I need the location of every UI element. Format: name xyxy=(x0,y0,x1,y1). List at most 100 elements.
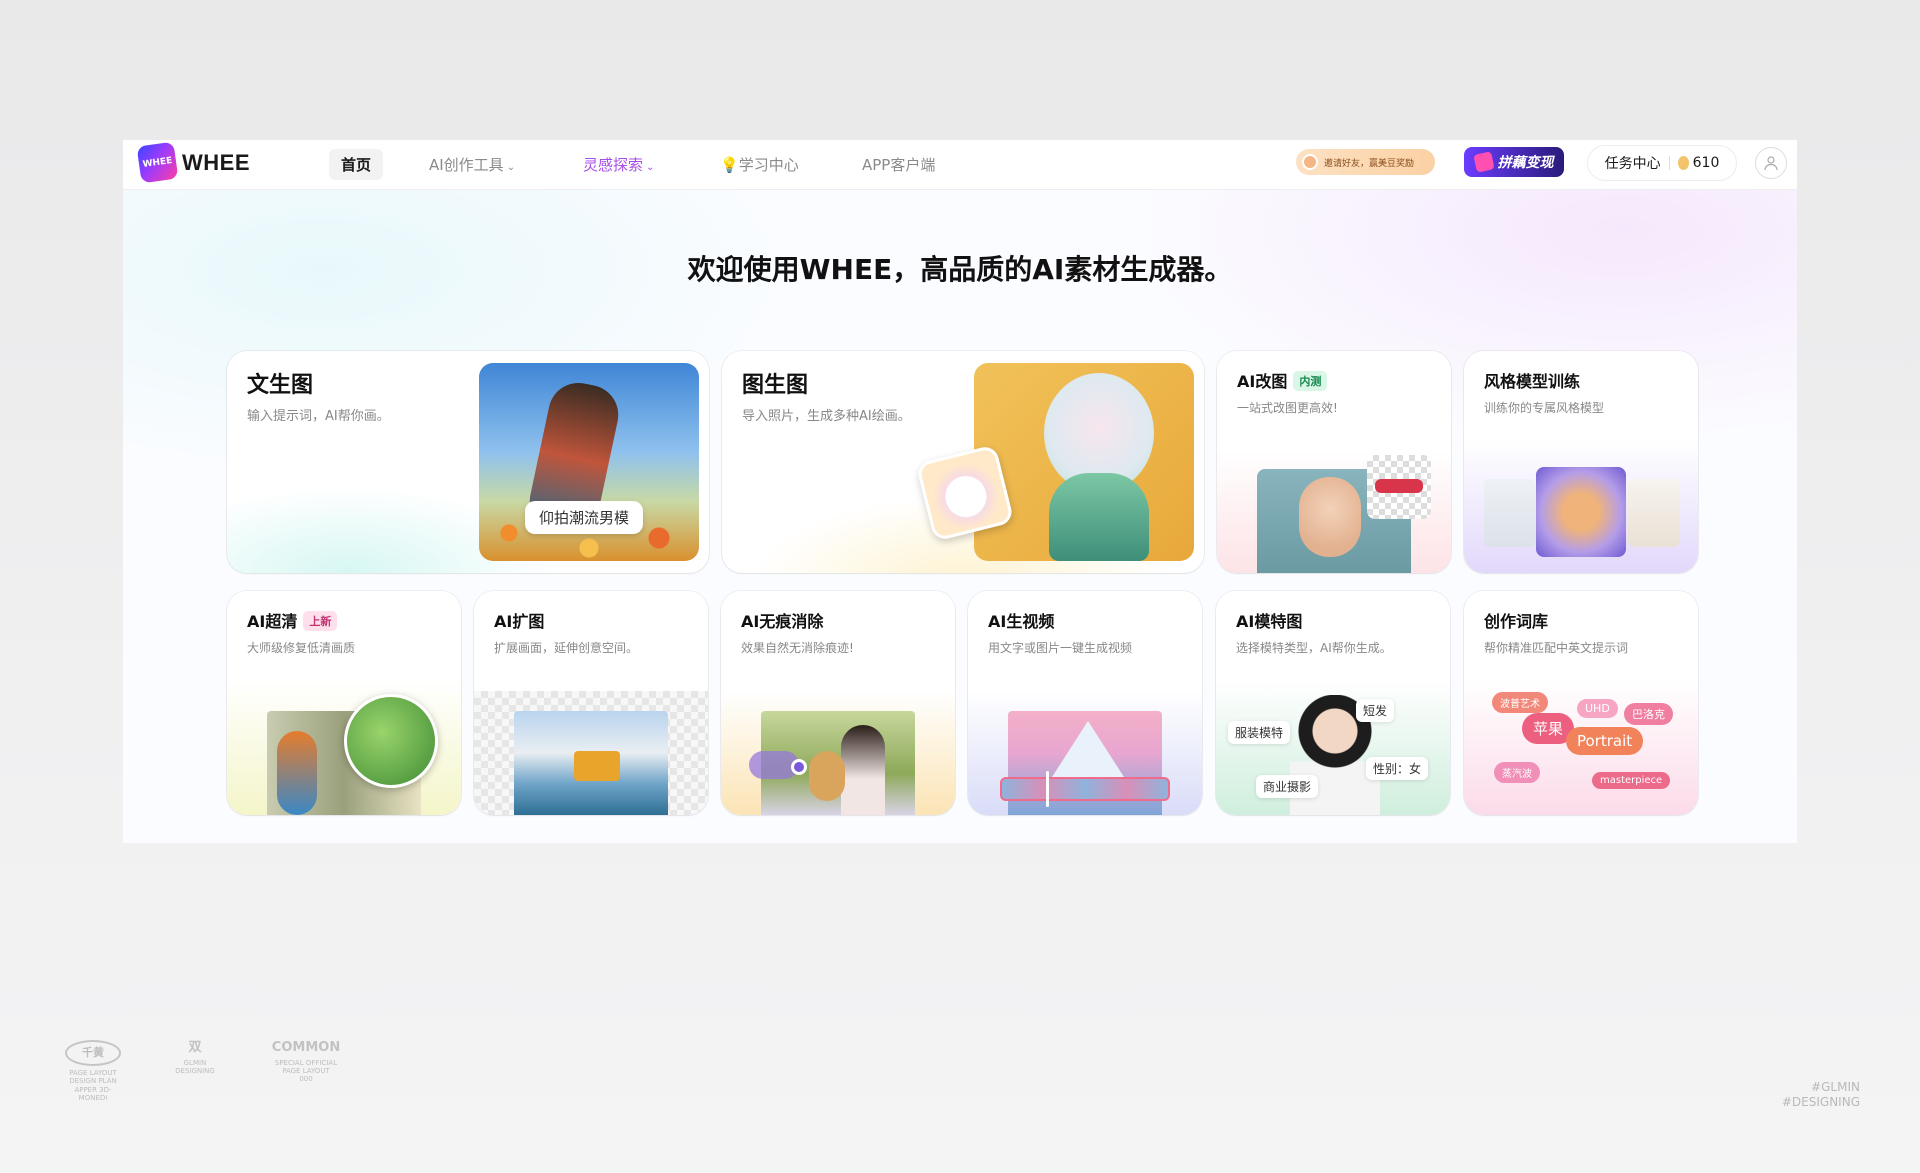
timeline-playhead[interactable] xyxy=(1046,771,1049,807)
tag-gender: 性别：女 xyxy=(1366,757,1429,780)
card-subtitle: 帮你精准匹配中英文提示词 xyxy=(1484,641,1629,655)
eraser-cursor-icon xyxy=(791,759,807,775)
invite-text: 邀请好友，赢美豆奖励 xyxy=(1324,158,1415,169)
chip-masterpiece[interactable]: masterpiece xyxy=(1592,772,1671,789)
chip-baroque[interactable]: 巴洛克 xyxy=(1624,703,1673,725)
nav-learning-label: 学习中心 xyxy=(738,156,799,174)
logo-page-layout: 千黄 PAGE LAYOUT DESIGN PLAN APPER 3D-MONE… xyxy=(62,1040,124,1103)
logo-common-mark: COMMON xyxy=(271,1040,341,1055)
card-subtitle: 用文字或图片一键生成视频 xyxy=(988,641,1133,655)
doll-image xyxy=(974,363,1194,561)
card-ai-eraser[interactable]: AI无痕消除 效果自然无消除痕迹! xyxy=(721,591,955,815)
card-image-to-image[interactable]: 图生图 导入照片，生成多种AI绘画。 xyxy=(722,351,1204,573)
card-ai-outpaint[interactable]: AI扩图 扩展画面，延伸创意空间。 xyxy=(474,591,708,815)
tag-short-hair: 短发 xyxy=(1356,699,1395,722)
invite-avatar-icon xyxy=(1302,154,1318,170)
card-subtitle: 训练你的专属风格模型 xyxy=(1484,401,1605,415)
bus xyxy=(574,751,620,781)
bear-image-main xyxy=(1536,467,1626,557)
nav-ai-tools[interactable]: AI创作工具 ⌄ xyxy=(417,149,527,180)
parrot-body xyxy=(277,731,317,815)
card-subtitle: 扩展画面，延伸创意空间。 xyxy=(494,641,639,655)
card-subtitle: 大师级修复低清画质 xyxy=(247,641,356,655)
beta-badge: 内测 xyxy=(1293,371,1328,391)
logo-page-layout-line3: APPER 3D-MONEDI xyxy=(74,1085,112,1103)
card-title: 图生图 xyxy=(742,373,809,398)
nav-home[interactable]: 首页 xyxy=(329,149,384,180)
user-icon xyxy=(1764,156,1778,171)
task-center-label: 任务中心 xyxy=(1604,156,1661,172)
card-text-to-image[interactable]: 文生图 输入提示词，AI帮你画。 仰拍潮流男模 xyxy=(227,351,709,573)
prompt-tag: 仰拍潮流男模 xyxy=(525,501,644,534)
chip-pop-art[interactable]: 波普艺术 xyxy=(1492,692,1548,713)
card-title: AI生视频 xyxy=(988,612,1055,631)
nav-app-client[interactable]: APP客户端 xyxy=(850,149,947,180)
card-ai-video[interactable]: AI生视频 用文字或图片一键生成视频 xyxy=(968,591,1202,815)
card-subtitle: 导入照片，生成多种AI绘画。 xyxy=(742,409,911,424)
logo-common: COMMON SPECIAL OFFICIAL PAGE LAYOUT 000 xyxy=(266,1040,346,1103)
pin-monetize-banner[interactable]: 拼藕变现 xyxy=(1464,147,1564,177)
logo-common-line1: SPECIAL OFFICIAL xyxy=(274,1058,338,1067)
card-title: 风格模型训练 xyxy=(1484,372,1581,391)
chip-portrait[interactable]: Portrait xyxy=(1566,727,1644,755)
logo-glmin-mark: 双 xyxy=(188,1040,202,1055)
bean-count: 610 xyxy=(1692,155,1720,171)
fashion-model-image: 仰拍潮流男模 xyxy=(479,363,699,561)
nav-inspiration[interactable]: 灵感探索 ⌄ xyxy=(571,149,666,180)
logo[interactable]: WHEE WHEE xyxy=(136,141,250,184)
page-headline: 欢迎使用WHEE，高品质的AI素材生成器。 xyxy=(687,253,1233,286)
source-photo-content xyxy=(919,447,1011,539)
logo-mark-icon: WHEE xyxy=(136,141,179,184)
footer-logos: 千黄 PAGE LAYOUT DESIGN PLAN APPER 3D-MONE… xyxy=(62,1040,346,1103)
card-ai-edit[interactable]: AI改图 内测 一站式改图更高效! xyxy=(1217,351,1451,573)
card-subtitle: 一站式改图更高效! xyxy=(1237,401,1338,415)
sunglasses-sticker xyxy=(1367,455,1431,519)
logo-glmin-line2: DESIGNING xyxy=(175,1066,215,1075)
logo-page-layout-mark: 千黄 xyxy=(65,1040,121,1066)
card-ai-model-photo[interactable]: AI模特图 选择模特类型，AI帮你生成。 短发 服装模特 性别：女 商业摄影 xyxy=(1216,591,1450,815)
user-avatar[interactable] xyxy=(1755,147,1787,179)
girl-figure xyxy=(841,725,885,815)
chip-uhd[interactable]: UHD xyxy=(1577,699,1618,718)
nav-inspiration-label: 灵感探索 xyxy=(583,156,644,174)
card-style-model-training[interactable]: 风格模型训练 训练你的专属风格模型 xyxy=(1464,351,1698,573)
footer-hashtags: #GLMIN #DESIGNING xyxy=(1730,1080,1860,1110)
logo-common-line3: 000 xyxy=(299,1075,313,1084)
card-title: AI无痕消除 xyxy=(741,612,824,631)
video-timeline[interactable] xyxy=(1000,777,1170,801)
dog xyxy=(809,751,845,801)
logo-common-line2: PAGE LAYOUT xyxy=(282,1066,330,1075)
card-title: AI超清 上新 xyxy=(247,608,338,632)
bean-icon xyxy=(1677,156,1689,170)
card-title: 创作词库 xyxy=(1484,612,1549,631)
chip-vaporwave[interactable]: 蒸汽波 xyxy=(1494,762,1540,783)
task-center[interactable]: 任务中心 610 xyxy=(1587,145,1737,181)
hashtag-designing: #DESIGNING xyxy=(1781,1095,1860,1109)
card-title: AI模特图 xyxy=(1236,612,1303,631)
divider xyxy=(1668,156,1670,170)
whee-page: WHEE WHEE 首页 AI创作工具 ⌄ 灵感探索 ⌄ 💡学习中心 APP客户端 … xyxy=(123,140,1797,843)
nav-learning[interactable]: 💡学习中心 xyxy=(708,149,811,180)
tag-clothing-model: 服装模特 xyxy=(1228,721,1291,744)
logo-glmin-line1: GLMIN xyxy=(183,1058,207,1067)
card-ai-upscale[interactable]: AI超清 上新 大师级修复低清画质 xyxy=(227,591,461,815)
lightbulb-icon: 💡 xyxy=(720,156,739,174)
sunglasses-icon xyxy=(1375,479,1423,493)
card-subtitle: 选择模特类型，AI帮你生成。 xyxy=(1236,641,1392,655)
card-title-text: AI改图 xyxy=(1237,372,1288,391)
bear-image-small-left xyxy=(1484,479,1536,547)
pin-text: 拼藕变现 xyxy=(1497,155,1554,171)
chevron-down-icon: ⌄ xyxy=(506,162,516,173)
hashtag-glmin: #GLMIN xyxy=(1811,1080,1860,1094)
face xyxy=(1299,477,1361,557)
gem-icon xyxy=(1472,151,1495,173)
nav-ai-tools-label: AI创作工具 xyxy=(429,156,504,174)
bus-scene-image xyxy=(514,711,668,815)
chevron-down-icon: ⌄ xyxy=(646,162,655,173)
doll-body xyxy=(1049,473,1149,561)
magnifier-lens xyxy=(344,694,438,788)
invite-banner[interactable]: 邀请好友，赢美豆奖励 xyxy=(1296,149,1435,175)
logo-page-layout-line1: PAGE LAYOUT xyxy=(69,1069,117,1077)
card-prompt-library[interactable]: 创作词库 帮你精准匹配中英文提示词 波普艺术 UHD 巴洛克 苹果 Portra… xyxy=(1464,591,1698,815)
bear-image-small-right xyxy=(1628,479,1680,547)
